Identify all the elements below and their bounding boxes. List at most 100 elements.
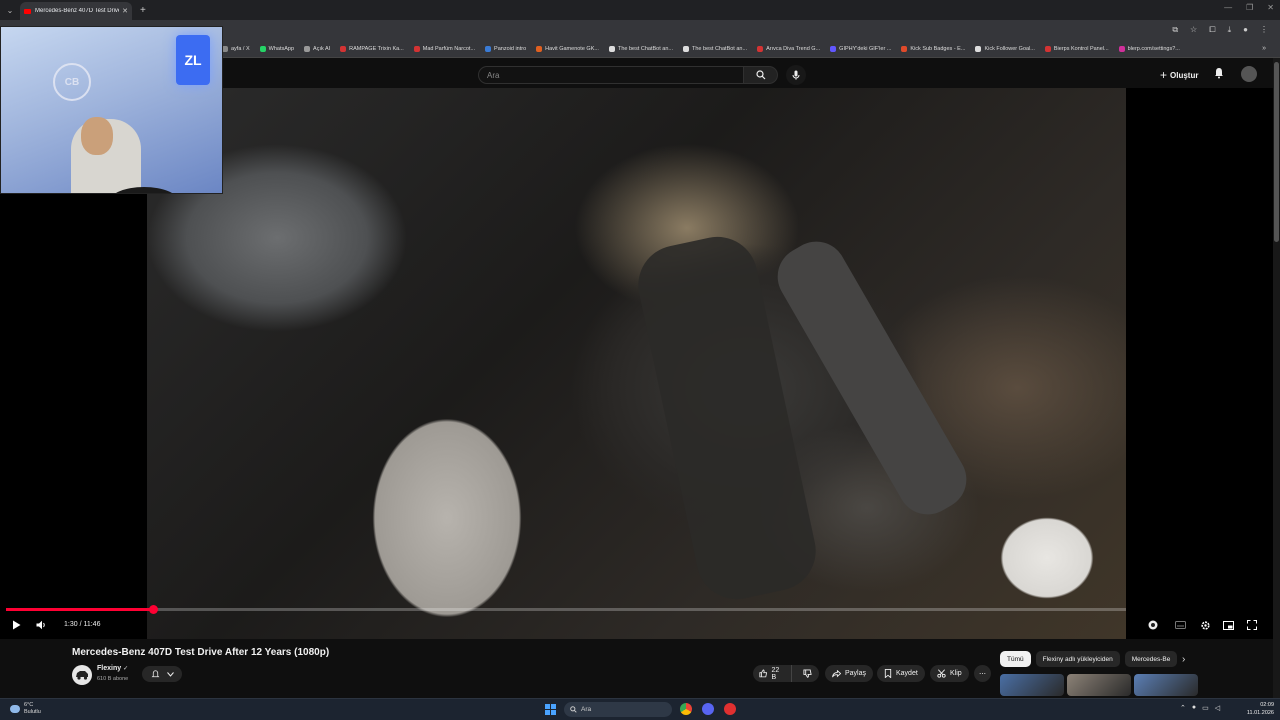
bookmark-label: RAMPAGE Trixin Ka... [349, 46, 404, 52]
settings-button[interactable] [1198, 618, 1212, 632]
bookmark-star-icon[interactable]: ☆ [1190, 25, 1197, 35]
bookmark-item[interactable]: Mad Parfüm Narcot... [413, 46, 476, 52]
notifications-bell-icon[interactable] [1213, 67, 1225, 79]
autoplay-icon [1148, 620, 1158, 630]
progress-scrubber[interactable] [148, 605, 158, 614]
progress-bar[interactable] [6, 605, 1126, 614]
bell-icon [151, 669, 159, 677]
bookmark-item[interactable]: The best ChatBot an... [683, 46, 747, 52]
related-thumbnails [1000, 674, 1198, 696]
profile-icon[interactable]: ● [1243, 25, 1248, 35]
like-button[interactable]: 22 B [753, 665, 792, 682]
fullscreen-button[interactable] [1245, 618, 1259, 632]
miniplayer-button[interactable] [1221, 618, 1235, 632]
related-video-thumbnail[interactable] [1134, 674, 1198, 696]
search-input[interactable]: Ara [478, 66, 744, 84]
time-display: 1:30 / 11:46 [64, 621, 101, 628]
bookmark-favicon-icon [975, 46, 982, 52]
network-icon[interactable]: ▭ [1202, 704, 1209, 712]
chips-next-arrow-icon[interactable]: › [1182, 654, 1185, 665]
page-scrollbar[interactable] [1273, 58, 1280, 698]
bookmark-item[interactable]: WhatsApp [259, 46, 294, 52]
menu-icon[interactable]: ⋮ [1260, 25, 1268, 35]
channel-name[interactable]: Flexiny ✓ [97, 665, 128, 672]
filter-chip[interactable]: Tümü [1000, 651, 1031, 667]
save-playlist-icon [884, 669, 892, 678]
speaker-icon[interactable]: ◁ [1215, 704, 1220, 712]
bookmark-item[interactable]: The best ChatBot an... [608, 46, 673, 52]
minimize-icon[interactable]: — [1224, 3, 1232, 12]
related-video-thumbnail[interactable] [1000, 674, 1064, 696]
fullscreen-icon [1247, 620, 1257, 630]
extensions-icon[interactable]: ⧠ [1209, 25, 1215, 35]
bookmark-label: GIPHY'deki GIF'ler ... [839, 46, 892, 52]
bookmark-favicon-icon [413, 46, 420, 52]
bookmark-label: Açık AI [313, 46, 331, 52]
close-window-icon[interactable]: ✕ [1267, 3, 1274, 12]
create-button[interactable]: + Oluştur [1160, 68, 1198, 82]
channel-avatar[interactable] [72, 665, 92, 685]
filter-chip[interactable]: Mercedes-Be [1124, 651, 1178, 667]
related-video-thumbnail[interactable] [1067, 674, 1131, 696]
bookmark-favicon-icon [340, 46, 347, 52]
bookmark-item[interactable]: Panzoid intro [485, 46, 526, 52]
bookmark-favicon-icon [1118, 46, 1125, 52]
red-app-icon[interactable] [724, 703, 736, 715]
play-button[interactable] [10, 618, 22, 632]
subtitles-button[interactable] [1173, 618, 1187, 632]
bookmark-item[interactable]: Arıvca Diva Trend G... [757, 46, 820, 52]
chrome-app-icon[interactable] [680, 703, 692, 715]
thumbs-down-icon [803, 669, 812, 678]
more-actions-button[interactable]: ⋯ [974, 665, 991, 682]
clip-button[interactable]: Klip [930, 665, 969, 682]
bookmarks-overflow-icon[interactable]: » [1262, 45, 1266, 52]
account-avatar[interactable] [1241, 66, 1257, 82]
taskbar-search[interactable]: Ara [564, 702, 672, 717]
tab-video[interactable]: Mercedes-Benz 407D Test Drive ✕ [20, 2, 132, 20]
video-frame[interactable] [147, 88, 1126, 639]
bookmark-item[interactable]: Kick Follower Goal... [975, 46, 1035, 52]
volume-button[interactable] [34, 618, 48, 632]
progress-played [6, 608, 153, 611]
scrollbar-thumb[interactable] [1274, 62, 1279, 242]
bookmark-item[interactable]: Kick Sub Badges - E... [901, 46, 965, 52]
bookmark-item[interactable]: Havit Gamenote GK... [536, 46, 599, 52]
tray-chevron-icon[interactable]: ⌃ [1180, 704, 1186, 712]
bookmark-label: Havit Gamenote GK... [545, 46, 599, 52]
bookmark-favicon-icon [1044, 46, 1051, 52]
bookmark-item[interactable]: ayfa / X [222, 46, 250, 52]
tab-title: Mercedes-Benz 407D Test Drive [35, 8, 120, 14]
volume-icon [36, 620, 45, 630]
discord-app-icon[interactable] [702, 703, 714, 715]
bookmark-item[interactable]: blerp.com/settings?... [1118, 46, 1180, 52]
dislike-button[interactable] [796, 665, 819, 682]
like-dislike-group: 22 B [753, 665, 819, 682]
start-button-windows-icon[interactable] [545, 704, 556, 715]
bookmark-item[interactable]: Açık AI [304, 46, 330, 52]
filter-chip[interactable]: Flexiny adlı yükleyiciden [1035, 651, 1120, 667]
bookmark-favicon-icon [683, 46, 690, 52]
taskbar-clock[interactable]: 02:09 11.01.2026 [1240, 701, 1274, 717]
bookmark-item[interactable]: Bierps Kontrol Panel... [1044, 46, 1109, 52]
weather-widget[interactable]: 6°C Bulutlu [10, 702, 41, 716]
bookmark-label: Kick Follower Goal... [984, 46, 1035, 52]
tab-close-icon[interactable]: ✕ [122, 7, 128, 15]
mic-tray-icon[interactable]: ● [1192, 704, 1196, 712]
tab-search-icon[interactable]: ⌄ [0, 0, 20, 20]
downloads-icon[interactable]: ⤓ [1228, 25, 1232, 35]
voice-search-button[interactable] [786, 65, 806, 85]
bookmark-item[interactable]: GIPHY'deki GIF'ler ... [830, 46, 891, 52]
save-button[interactable]: Kaydet [877, 665, 925, 682]
bookmark-label: Mad Parfüm Narcot... [422, 46, 476, 52]
bookmark-favicon-icon [608, 46, 615, 52]
share-button[interactable]: Paylaş [825, 665, 874, 682]
bookmark-item[interactable]: RAMPAGE Trixin Ka... [340, 46, 404, 52]
bookmark-label: Arıvca Diva Trend G... [766, 46, 821, 52]
autoplay-toggle[interactable] [1147, 618, 1159, 632]
subscription-notification-button[interactable] [142, 666, 182, 682]
new-tab-button[interactable]: + [140, 5, 146, 16]
cast-icon[interactable]: ⧉ [1172, 25, 1178, 35]
maximize-icon[interactable]: ❐ [1246, 3, 1253, 12]
bookmark-favicon-icon [901, 46, 908, 52]
search-button[interactable] [744, 66, 778, 84]
